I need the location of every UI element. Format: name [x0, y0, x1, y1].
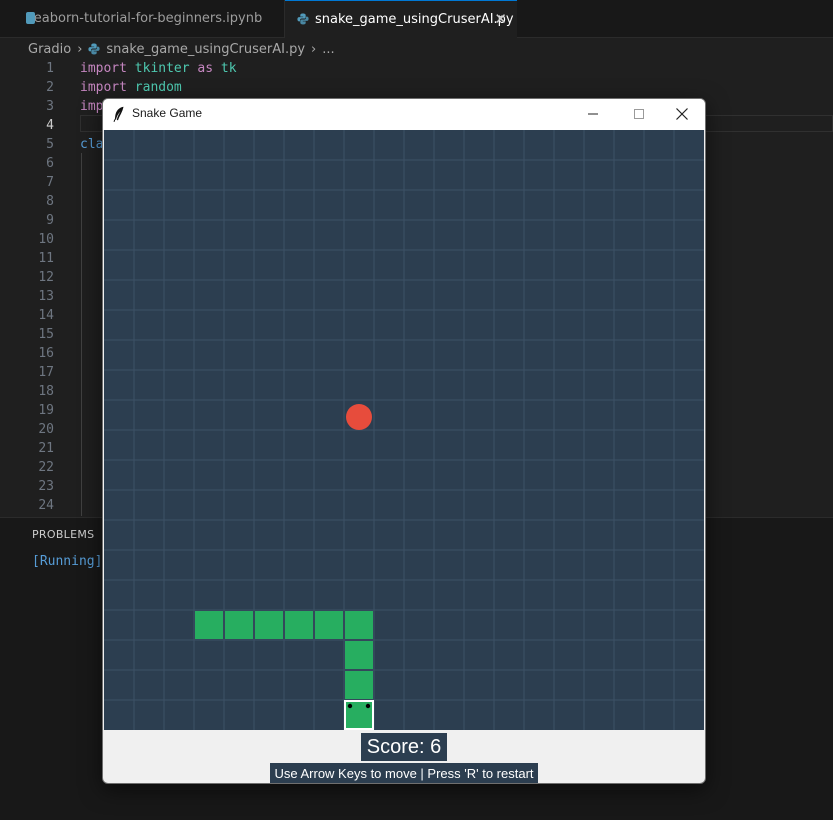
line-number: 4 [46, 118, 54, 133]
tab-label: snake_game_usingCruserAI.py [315, 12, 514, 27]
line-number: 11 [38, 251, 54, 266]
maximize-icon [634, 108, 644, 119]
snake-eye [365, 703, 371, 709]
line-number: 17 [38, 365, 54, 380]
breadcrumb-folder[interactable]: Gradio [28, 42, 71, 57]
python-icon [297, 13, 309, 25]
line-number: 2 [46, 80, 54, 95]
snake-segment [285, 611, 313, 639]
line-number: 15 [38, 327, 54, 342]
window-titlebar[interactable]: Snake Game [103, 99, 705, 130]
output-text: [Running] [32, 554, 103, 569]
feather-icon [113, 106, 124, 122]
line-number: 22 [38, 460, 54, 475]
line-number: 6 [46, 156, 54, 171]
window-title: Snake Game [132, 106, 203, 120]
code-token: random [134, 80, 182, 95]
line-number: 19 [38, 403, 54, 418]
editor-tab-bar: seaborn-tutorial-for-beginners.ipynb sna… [0, 0, 833, 38]
line-number: 5 [46, 137, 54, 152]
game-canvas [104, 130, 704, 730]
chevron-right-icon: › [77, 41, 83, 57]
snake-segment [345, 671, 373, 699]
line-number: 14 [38, 308, 54, 323]
snake-eye [347, 703, 353, 709]
breadcrumb-more[interactable]: ... [322, 42, 334, 57]
tab-snake-game[interactable]: snake_game_usingCruserAI.py ✕ [285, 0, 517, 38]
line-number: 1 [46, 61, 54, 76]
code-text: import tkinter as tk [80, 59, 237, 78]
line-number: 8 [46, 194, 54, 209]
close-icon [676, 107, 688, 120]
line-number: 21 [38, 441, 54, 456]
tab-seaborn-notebook[interactable]: seaborn-tutorial-for-beginners.ipynb [0, 0, 285, 37]
line-number: 24 [38, 498, 54, 513]
code-token: import [80, 80, 127, 95]
game-board[interactable] [104, 130, 704, 730]
line-number: 20 [38, 422, 54, 437]
score-label: Score: 6 [361, 733, 447, 761]
notebook-icon [26, 12, 35, 24]
snake-segment [315, 611, 343, 639]
line-number: 13 [38, 289, 54, 304]
code-token: tkinter [134, 61, 190, 76]
panel-tab-problems[interactable]: PROBLEMS [32, 528, 94, 541]
code-text: import random [80, 78, 182, 97]
line-number: 16 [38, 346, 54, 361]
snake-segment [255, 611, 283, 639]
line-number: 23 [38, 479, 54, 494]
tab-label: seaborn-tutorial-for-beginners.ipynb [27, 11, 263, 26]
snake-segment [345, 611, 373, 639]
code-token: as [197, 61, 214, 76]
close-icon[interactable]: ✕ [494, 10, 507, 28]
code-line[interactable]: 1 import tkinter as tk [0, 59, 833, 78]
food-apple [346, 404, 372, 430]
line-number: 10 [38, 232, 54, 247]
line-number: 18 [38, 384, 54, 399]
code-line[interactable]: 2 import random [0, 78, 833, 97]
chevron-right-icon: › [311, 41, 317, 57]
breadcrumb-file[interactable]: snake_game_usingCruserAI.py [106, 42, 305, 57]
maximize-button[interactable] [616, 99, 662, 128]
code-token: cla [80, 137, 104, 152]
snake-segment [195, 611, 223, 639]
line-number: 7 [46, 175, 54, 190]
minimize-icon [588, 113, 598, 114]
code-text: cla [80, 135, 103, 154]
snake-segment [345, 641, 373, 669]
line-number: 9 [46, 213, 54, 228]
code-token: import [80, 61, 127, 76]
instructions-label: Use Arrow Keys to move | Press 'R' to re… [270, 763, 538, 783]
line-number: 3 [46, 99, 54, 114]
code-text: imp [80, 97, 103, 116]
code-token: tk [220, 61, 237, 76]
snake-game-window[interactable]: Snake Game Score: 6 Use Arrow Keys to mo… [102, 98, 706, 784]
python-icon [88, 43, 101, 55]
breadcrumb: Gradio › snake_game_usingCruserAI.py › .… [28, 40, 335, 58]
line-number: 12 [38, 270, 54, 285]
close-button[interactable] [659, 99, 705, 128]
code-token: imp [80, 99, 104, 114]
minimize-button[interactable] [570, 99, 616, 128]
snake-segment [225, 611, 253, 639]
